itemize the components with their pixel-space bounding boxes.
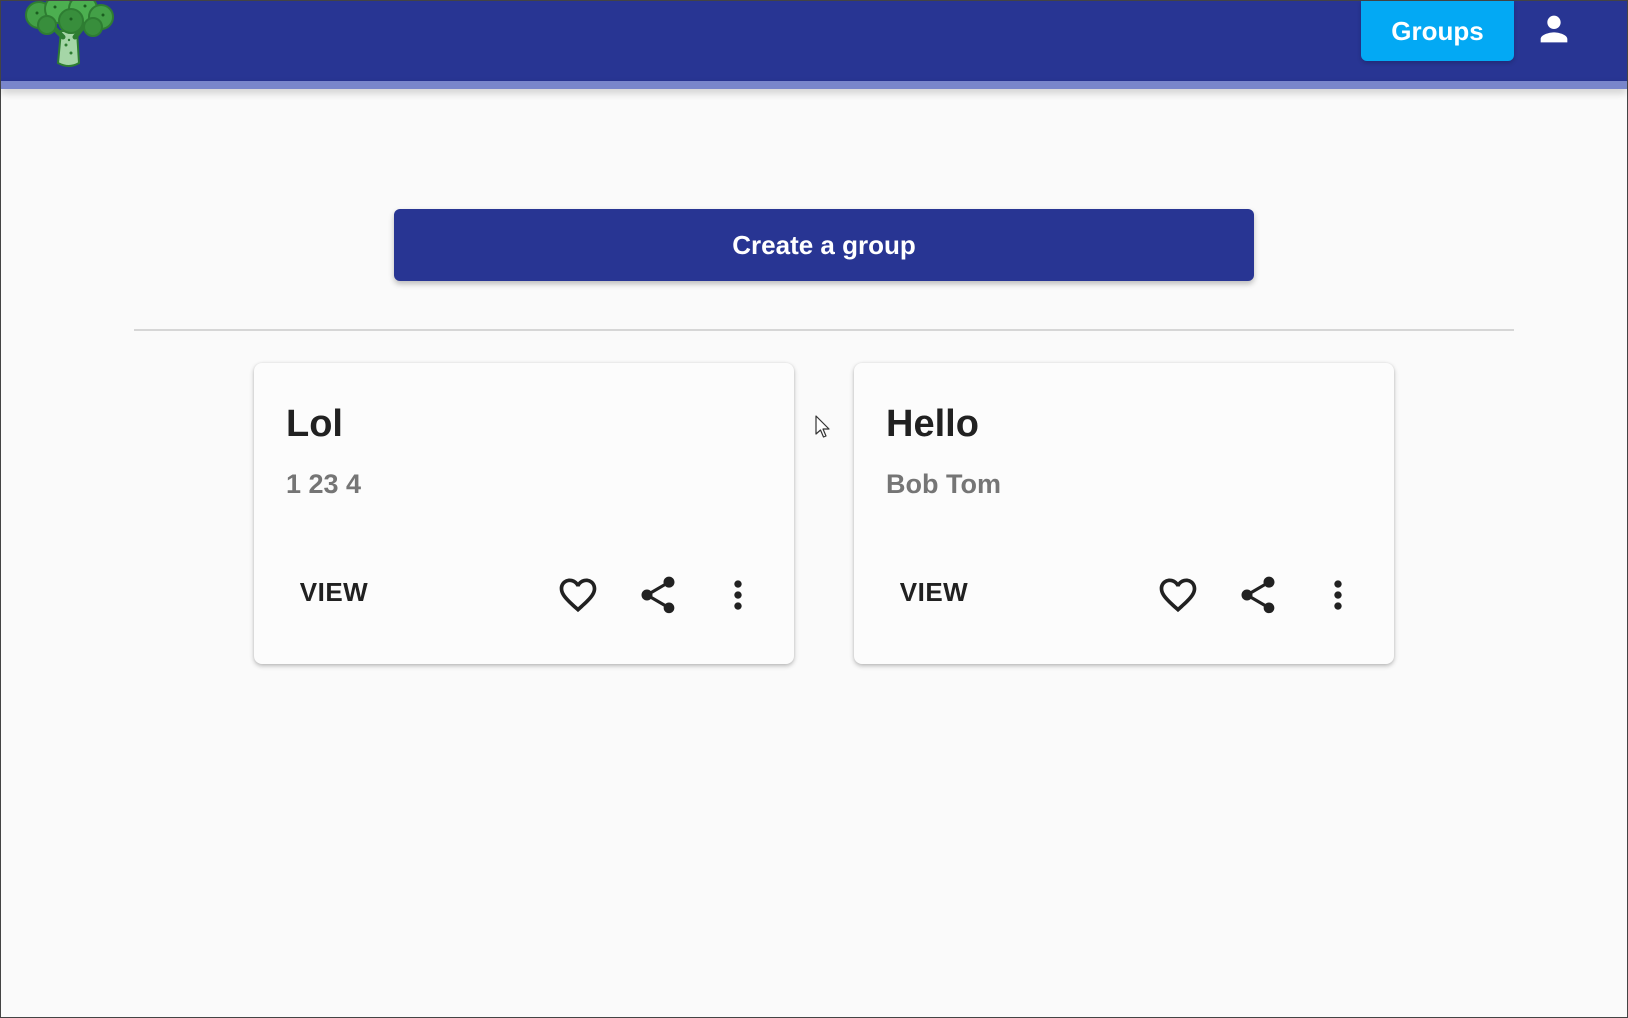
share-icon[interactable] [633,570,683,620]
group-card-title: Lol [286,403,343,445]
heart-outline-icon[interactable] [553,570,603,620]
create-group-button[interactable]: Create a group [394,209,1254,281]
more-vert-icon[interactable] [1313,570,1363,620]
group-card-title: Hello [886,403,979,445]
view-group-button[interactable]: VIEW [286,567,382,617]
app-bar-underline [1,81,1627,89]
share-icon[interactable] [1233,570,1283,620]
account-person-icon[interactable] [1534,9,1574,49]
heart-outline-icon[interactable] [1153,570,1203,620]
more-vert-icon[interactable] [713,570,763,620]
group-card-members: 1 23 4 [286,469,362,499]
groups-nav-button[interactable]: Groups [1361,1,1514,61]
group-card-members: Bob Tom [886,469,1001,499]
view-group-button[interactable]: VIEW [886,567,982,617]
group-card: Hello Bob Tom VIEW [854,363,1394,664]
mouse-cursor-icon [815,415,831,439]
divider [134,329,1514,331]
broccoli-logo-icon[interactable] [25,0,115,69]
group-card: Lol 1 23 4 VIEW [254,363,794,664]
app-bar: Groups [1,0,1627,81]
